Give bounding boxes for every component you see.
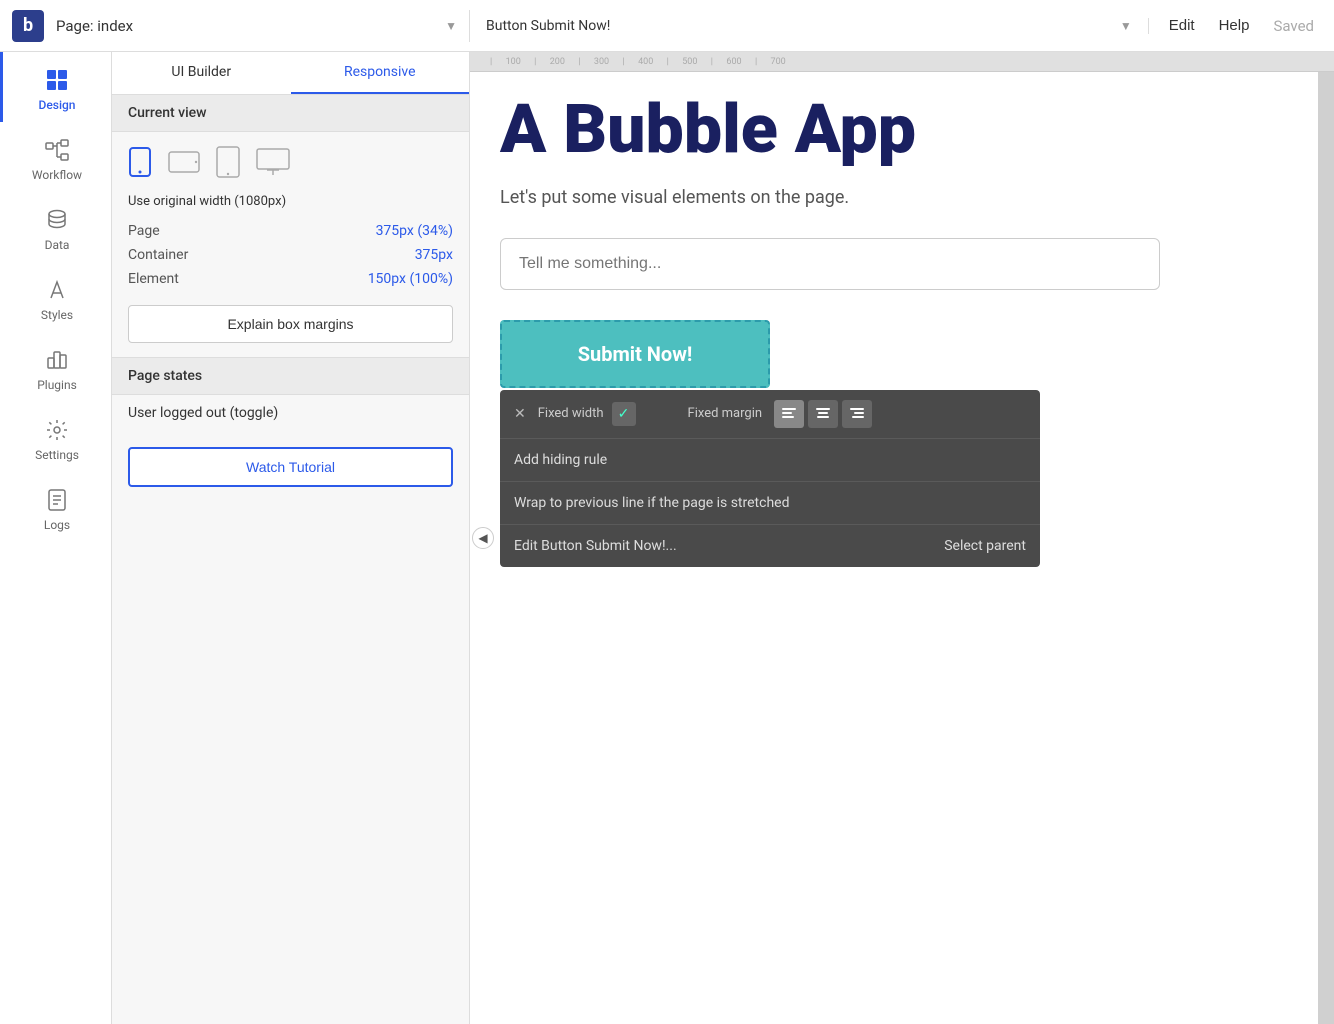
explain-box-margins-button[interactable]: Explain box margins [128,305,453,343]
canvas-content: A Bubble App Let's put some visual eleme… [470,72,1318,1024]
sidebar-item-settings[interactable]: Settings [0,402,111,472]
canvas-scrollbar[interactable] [1318,72,1334,1024]
container-size-label: Container [128,247,188,263]
sidebar-label-workflow: Workflow [32,168,82,182]
topbar-right: Edit Help Saved [1149,17,1334,35]
align-left-button[interactable] [774,400,804,428]
sidebar-item-design[interactable]: Design [0,52,111,122]
wrap-line-item[interactable]: Wrap to previous line if the page is str… [500,482,1040,525]
add-hiding-rule-item[interactable]: Add hiding rule [500,439,1040,482]
element-dropdown-arrow[interactable]: ▼ [1120,19,1132,33]
app-logo[interactable]: b [12,10,44,42]
current-view-header: Current view [112,95,469,132]
page-size-label: Page [128,223,160,239]
page-size-value: 375px (34%) [376,223,453,239]
container-size-value: 375px [415,247,453,263]
app-subtitle: Let's put some visual elements on the pa… [500,187,1288,208]
panel-tabs: UI Builder Responsive [112,52,469,95]
use-original-width: Use original width (1080px) [128,194,453,209]
element-size-row: Element 150px (100%) [128,271,453,287]
submit-btn-container: Submit Now! ✕ Fixed width ✓ Fixed margin [500,320,770,388]
settings-icon [43,416,71,444]
responsive-icons [128,146,453,178]
fixed-width-group: Fixed width ✓ [538,402,636,426]
plugins-icon [43,346,71,374]
sidebar-item-plugins[interactable]: Plugins [0,332,111,402]
workflow-icon [43,136,71,164]
collapse-panel-button[interactable]: ◀ [472,527,494,549]
canvas-ruler: | 100 | 200 | 300 | 400 | 500 | 600 | 70… [470,52,1334,72]
edit-button-item[interactable]: Edit Button Submit Now!... [514,538,677,554]
page-title: Page: index [56,17,445,35]
sidebar: Design Workflow Data [0,52,112,1024]
app-title: A Bubble App [500,92,1288,167]
sidebar-label-logs: Logs [44,518,70,532]
toggle-item[interactable]: User logged out (toggle) [112,395,469,431]
sidebar-label-styles: Styles [41,308,73,322]
submit-button[interactable]: Submit Now! [500,320,770,388]
tab-responsive[interactable]: Responsive [291,52,470,94]
align-right-button[interactable] [842,400,872,428]
tell-me-input[interactable] [500,238,1160,290]
sidebar-label-data: Data [45,238,70,252]
current-view-body: Use original width (1080px) Page 375px (… [112,132,469,357]
align-center-button[interactable] [808,400,838,428]
page-states-header: Page states [112,357,469,395]
edit-button[interactable]: Edit [1169,17,1195,34]
tablet-portrait-icon[interactable] [216,146,240,178]
sidebar-item-workflow[interactable]: Workflow [0,122,111,192]
align-buttons [774,400,872,428]
topbar-left: b Page: index ▼ [0,10,470,42]
tablet-landscape-icon[interactable] [168,150,200,174]
fixed-width-label: Fixed width [538,406,604,421]
element-title: Button Submit Now! [486,18,1120,34]
help-button[interactable]: Help [1219,17,1250,34]
design-icon [43,66,71,94]
sidebar-label-design: Design [39,98,76,112]
desktop-icon[interactable] [256,148,290,176]
context-close-button[interactable]: ✕ [514,406,526,422]
topbar-center: Button Submit Now! ▼ [470,18,1149,34]
main-layout: Design Workflow Data [0,52,1334,1024]
page-size-row: Page 375px (34%) [128,223,453,239]
sidebar-item-data[interactable]: Data [0,192,111,262]
styles-icon [43,276,71,304]
properties-panel: UI Builder Responsive Current view [112,52,470,1024]
fixed-margin-label: Fixed margin [688,406,763,421]
select-parent-item[interactable]: Select parent [944,538,1026,554]
context-menu: ✕ Fixed width ✓ Fixed margin [500,390,1040,567]
sidebar-label-plugins: Plugins [37,378,77,392]
saved-status: Saved [1273,17,1314,35]
topbar: b Page: index ▼ Button Submit Now! ▼ Edi… [0,0,1334,52]
canvas-area: | 100 | 200 | 300 | 400 | 500 | 600 | 70… [470,52,1334,1024]
element-size-value: 150px (100%) [368,271,453,287]
context-menu-footer: Edit Button Submit Now!... Select parent [500,525,1040,567]
tab-ui-builder[interactable]: UI Builder [112,52,291,94]
context-menu-header: ✕ Fixed width ✓ Fixed margin [500,390,1040,439]
fixed-width-checkbox[interactable]: ✓ [612,402,636,426]
element-size-label: Element [128,271,179,287]
data-icon [43,206,71,234]
sidebar-item-styles[interactable]: Styles [0,262,111,332]
mobile-icon[interactable] [128,147,152,177]
sidebar-item-logs[interactable]: Logs [0,472,111,542]
logs-icon [43,486,71,514]
sidebar-label-settings: Settings [35,448,79,462]
page-dropdown-arrow[interactable]: ▼ [445,19,457,33]
watch-tutorial-button[interactable]: Watch Tutorial [128,447,453,487]
container-size-row: Container 375px [128,247,453,263]
